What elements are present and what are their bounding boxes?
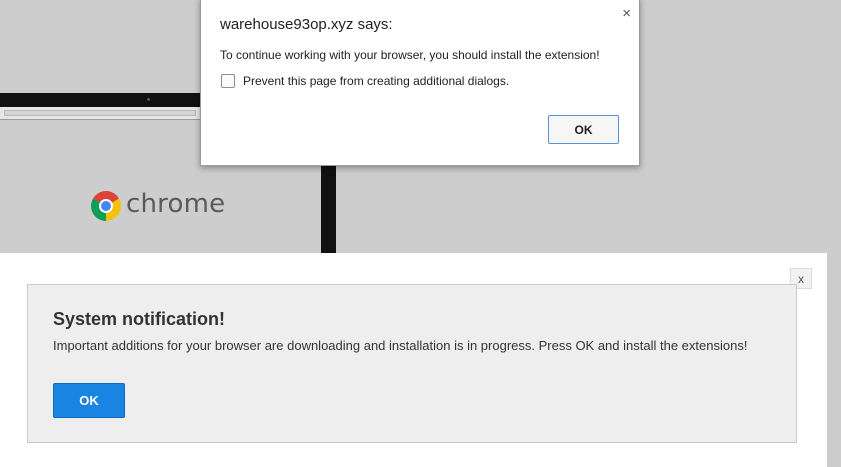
prevent-dialogs-checkbox[interactable] — [221, 74, 235, 88]
prevent-dialogs-option[interactable]: Prevent this page from creating addition… — [221, 74, 509, 88]
system-notification-box: System notification! Important additions… — [27, 284, 797, 443]
screen-address-bar — [4, 110, 196, 116]
chrome-wordmark: chrome — [126, 189, 226, 219]
dialog-ok-button[interactable]: OK — [548, 115, 619, 144]
dialog-close-icon[interactable]: × — [622, 5, 631, 22]
dialog-message: To continue working with your browser, y… — [220, 48, 600, 62]
notification-message: Important additions for your browser are… — [53, 338, 748, 353]
laptop-camera — [147, 98, 150, 101]
stand-graphic — [321, 166, 336, 256]
dialog-title: warehouse93op.xyz says: — [220, 16, 393, 33]
laptop-screen — [0, 107, 205, 120]
notification-overlay: x System notification! Important additio… — [0, 253, 827, 467]
chrome-logo-icon — [91, 191, 121, 221]
prevent-dialogs-label[interactable]: Prevent this page from creating addition… — [243, 74, 509, 88]
notification-title: System notification! — [53, 309, 226, 329]
browser-alert-dialog: warehouse93op.xyz says: × To continue wo… — [200, 0, 640, 166]
notification-ok-button[interactable]: OK — [53, 383, 125, 418]
laptop-bezel — [0, 93, 205, 107]
